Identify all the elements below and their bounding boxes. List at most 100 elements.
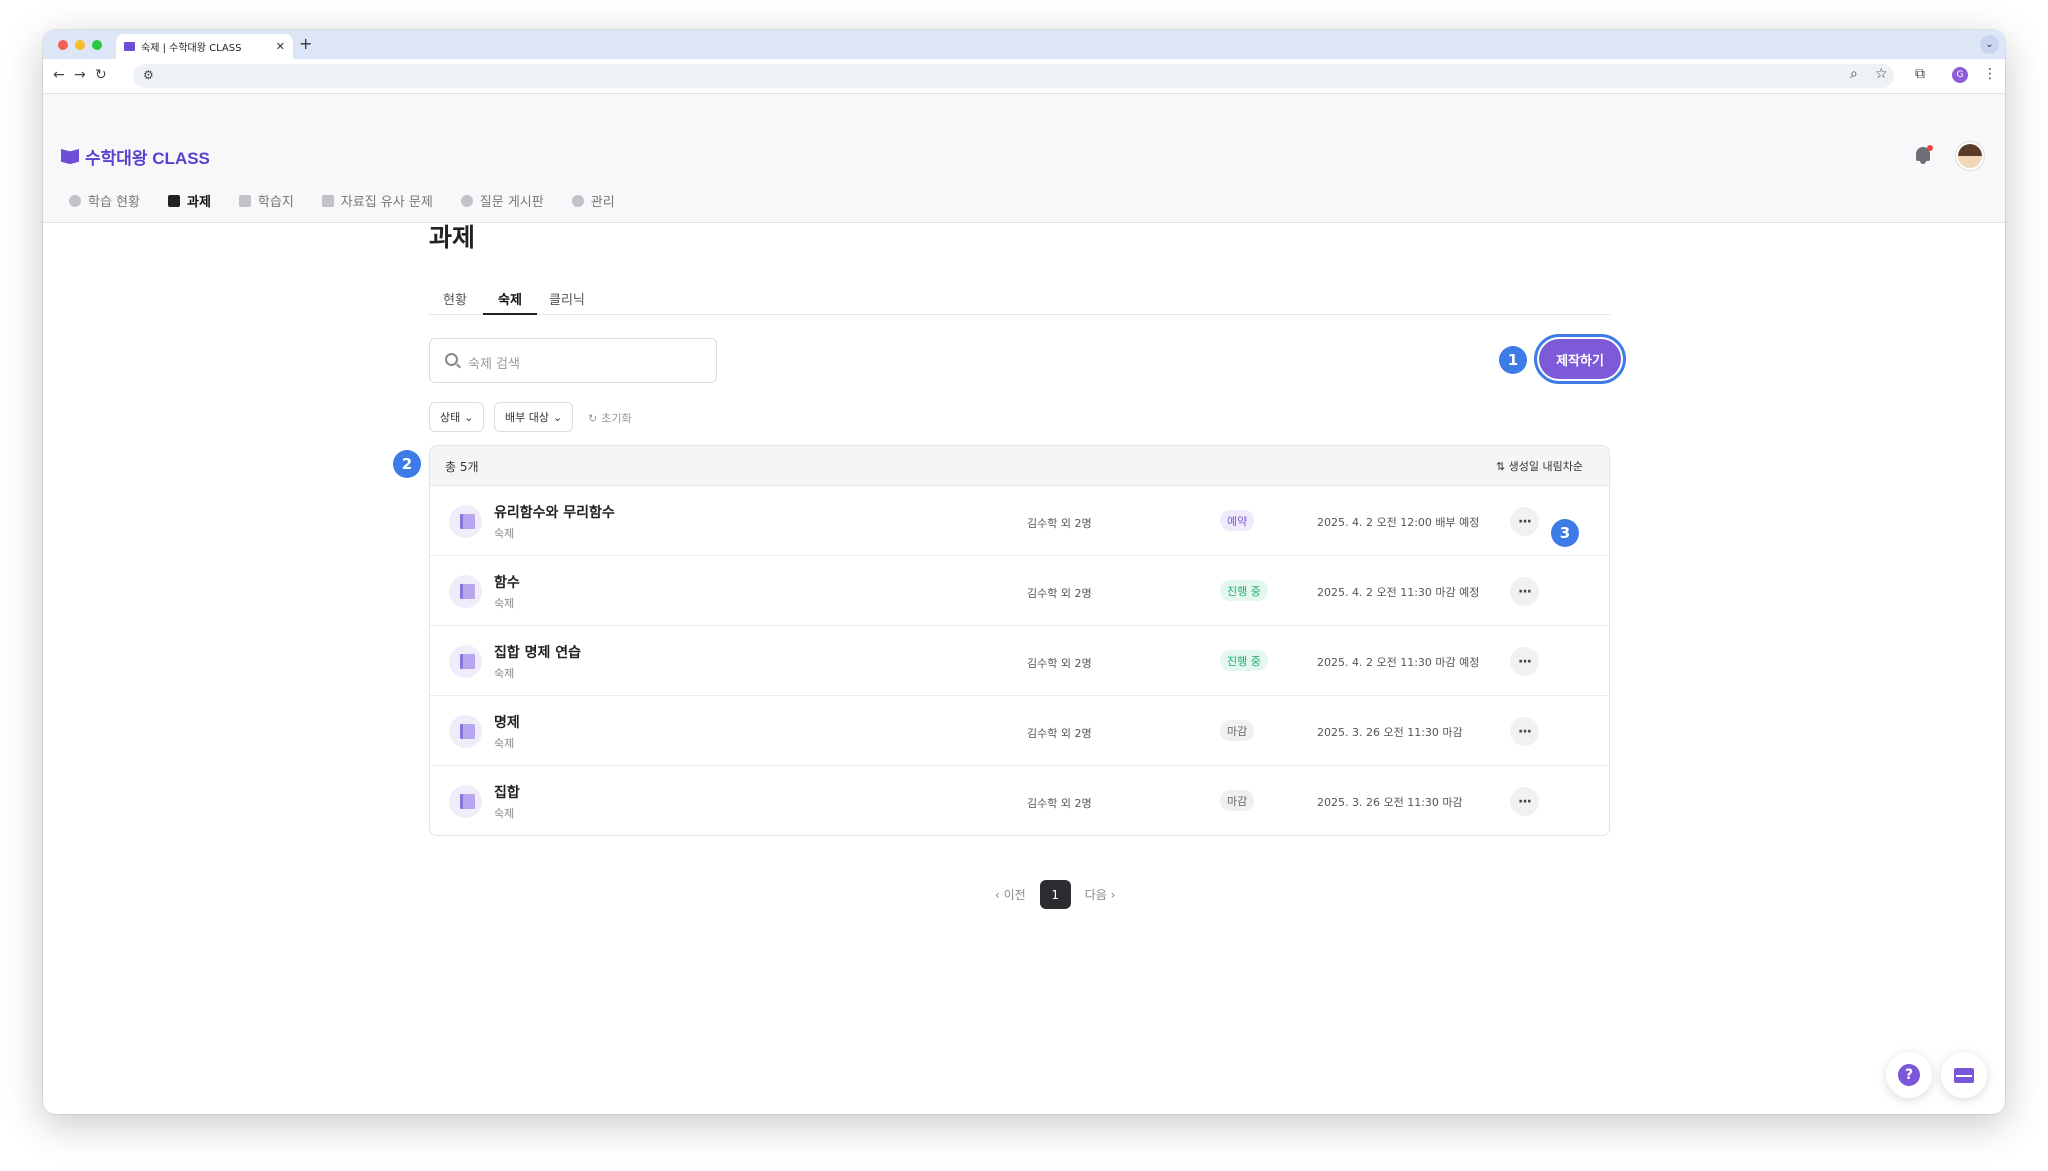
- app-header: 수학대왕 CLASS 학습 현황 과제 학습지 자료집 유사 문제 질문 게시판…: [43, 94, 2005, 223]
- item-date: 2025. 3. 26 오전 11:30 마감: [1317, 726, 1463, 739]
- annotation-badge-1: 1: [1499, 346, 1527, 374]
- search-placeholder: 숙제 검색: [468, 357, 520, 372]
- list-item[interactable]: 유리함수와 무리함수 숙제 김수학 외 2명 예약 2025. 4. 2 오전 …: [430, 486, 1609, 556]
- extensions-icon[interactable]: ⧉: [1915, 66, 1925, 82]
- close-window-button[interactable]: [58, 40, 68, 50]
- annotation-badge-3: 3: [1551, 519, 1579, 547]
- main-nav: 학습 현황 과제 학습지 자료집 유사 문제 질문 게시판 관리: [69, 191, 615, 210]
- nav-label: 관리: [590, 195, 615, 210]
- more-options-button[interactable]: ···: [1510, 507, 1539, 536]
- more-options-button[interactable]: ···: [1510, 787, 1539, 816]
- homework-doc-icon: [449, 715, 482, 748]
- tab-clinic[interactable]: 클리닉: [549, 289, 585, 315]
- status-filter-dropdown[interactable]: 상태 ⌄: [429, 402, 485, 432]
- sheet-icon: [238, 194, 251, 207]
- help-button[interactable]: ?: [1886, 1052, 1932, 1098]
- item-target: 김수학 외 2명: [1027, 657, 1092, 670]
- nav-label: 학습 현황: [88, 195, 140, 210]
- nav-item-similar-problems[interactable]: 자료집 유사 문제: [321, 191, 433, 210]
- maximize-window-button[interactable]: [92, 40, 102, 50]
- site-settings-icon[interactable]: ⚙: [143, 68, 154, 82]
- status-badge: 마감: [1220, 720, 1255, 741]
- item-target: 김수학 외 2명: [1027, 797, 1092, 810]
- message-button[interactable]: [1941, 1052, 1987, 1098]
- gear-icon: [571, 194, 584, 207]
- address-bar: ← → ↻ ⚙ ⌕ ☆ ⧉ G ⋮: [43, 59, 2005, 94]
- sort-label: 생성일 내림차순: [1508, 460, 1583, 473]
- minimize-window-button[interactable]: [75, 40, 85, 50]
- back-icon[interactable]: ←: [53, 67, 65, 83]
- page-number-current[interactable]: 1: [1039, 880, 1071, 909]
- total-count: 총 5개: [445, 460, 479, 474]
- search-input[interactable]: 숙제 검색: [429, 338, 717, 383]
- bookmark-star-icon[interactable]: ☆: [1875, 66, 1888, 82]
- chevron-down-icon: ⌄: [464, 410, 474, 424]
- reset-label: 초기화: [601, 412, 632, 425]
- user-avatar[interactable]: [1956, 142, 1984, 170]
- notification-dot: [1927, 145, 1933, 151]
- forward-icon[interactable]: →: [74, 67, 86, 83]
- tab-strip: 숙제 | 수학대왕 CLASS ✕ + ⌄: [43, 30, 2005, 59]
- favicon-icon: [124, 42, 135, 51]
- target-filter-dropdown[interactable]: 배부 대상 ⌄: [494, 402, 574, 432]
- list-item[interactable]: 함수 숙제 김수학 외 2명 진행 중 2025. 4. 2 오전 11:30 …: [430, 556, 1609, 626]
- chat-bubble-icon: [460, 194, 473, 207]
- next-page-button[interactable]: 다음 ›: [1085, 886, 1116, 903]
- homework-doc-icon: [449, 505, 482, 538]
- item-type: 숙제: [494, 597, 515, 610]
- nav-item-management[interactable]: 관리: [571, 191, 615, 210]
- reset-filters-button[interactable]: ↻ 초기화: [588, 410, 632, 426]
- sort-button[interactable]: ⇅ 생성일 내림차순: [1496, 458, 1583, 474]
- notification-bell-icon[interactable]: [1913, 145, 1933, 165]
- refresh-icon: ↻: [588, 411, 598, 425]
- tab-search-button[interactable]: ⌄: [1980, 35, 1999, 54]
- filter-label: 상태: [440, 411, 461, 424]
- folder-icon: [321, 194, 334, 207]
- logo-text: 수학대왕 CLASS: [85, 149, 210, 168]
- status-badge: 예약: [1220, 510, 1255, 531]
- item-title: 집합 명제 연습: [494, 645, 582, 661]
- nav-item-qna-board[interactable]: 질문 게시판: [460, 191, 544, 210]
- tab-status[interactable]: 현황: [443, 289, 467, 315]
- list-item[interactable]: 집합 숙제 김수학 외 2명 마감 2025. 3. 26 오전 11:30 마…: [430, 766, 1609, 835]
- create-button[interactable]: 제작하기: [1537, 337, 1623, 381]
- nav-item-learning-status[interactable]: 학습 현황: [69, 191, 140, 210]
- url-input[interactable]: ⚙: [133, 64, 1894, 88]
- list-item[interactable]: 명제 숙제 김수학 외 2명 마감 2025. 3. 26 오전 11:30 마…: [430, 696, 1609, 766]
- item-title: 명제: [494, 715, 520, 731]
- list-header: 총 5개 ⇅ 생성일 내림차순: [430, 446, 1609, 486]
- reload-icon[interactable]: ↻: [95, 67, 107, 83]
- search-icon: [445, 353, 458, 366]
- item-date: 2025. 3. 26 오전 11:30 마감: [1317, 796, 1463, 809]
- more-options-button[interactable]: ···: [1510, 717, 1539, 746]
- item-title: 함수: [494, 575, 520, 591]
- status-badge: 마감: [1220, 790, 1255, 811]
- document-icon: [167, 194, 180, 207]
- list-item[interactable]: 집합 명제 연습 숙제 김수학 외 2명 진행 중 2025. 4. 2 오전 …: [430, 626, 1609, 696]
- more-options-button[interactable]: ···: [1510, 647, 1539, 676]
- filter-label: 배부 대상: [505, 411, 549, 424]
- nav-label: 질문 게시판: [479, 195, 544, 210]
- nav-item-worksheets[interactable]: 학습지: [238, 191, 294, 210]
- tab-close-icon[interactable]: ✕: [276, 40, 285, 53]
- prev-label: 이전: [1003, 888, 1026, 902]
- prev-page-button[interactable]: ‹ 이전: [995, 886, 1026, 903]
- tab-title: 숙제 | 수학대왕 CLASS: [141, 43, 242, 54]
- browser-tab[interactable]: 숙제 | 수학대왕 CLASS ✕: [116, 34, 293, 59]
- zoom-icon[interactable]: ⌕: [1850, 66, 1858, 82]
- book-logo-icon: [61, 149, 79, 164]
- nav-item-assignments[interactable]: 과제: [167, 191, 211, 210]
- homework-doc-icon: [449, 575, 482, 608]
- profile-avatar[interactable]: G: [1952, 67, 1968, 83]
- homework-doc-icon: [449, 645, 482, 678]
- graduation-cap-icon: [69, 194, 81, 207]
- logo[interactable]: 수학대왕 CLASS: [61, 144, 210, 169]
- nav-label: 자료집 유사 문제: [340, 195, 433, 210]
- tab-homework[interactable]: 숙제: [483, 289, 537, 315]
- homework-doc-icon: [449, 785, 482, 818]
- item-date: 2025. 4. 2 오전 11:30 마감 예정: [1317, 586, 1480, 599]
- browser-menu-icon[interactable]: ⋮: [1983, 66, 1997, 82]
- content-tabs: 현황 숙제 클리닉: [429, 287, 1610, 315]
- new-tab-button[interactable]: +: [299, 34, 312, 53]
- more-options-button[interactable]: ···: [1510, 577, 1539, 606]
